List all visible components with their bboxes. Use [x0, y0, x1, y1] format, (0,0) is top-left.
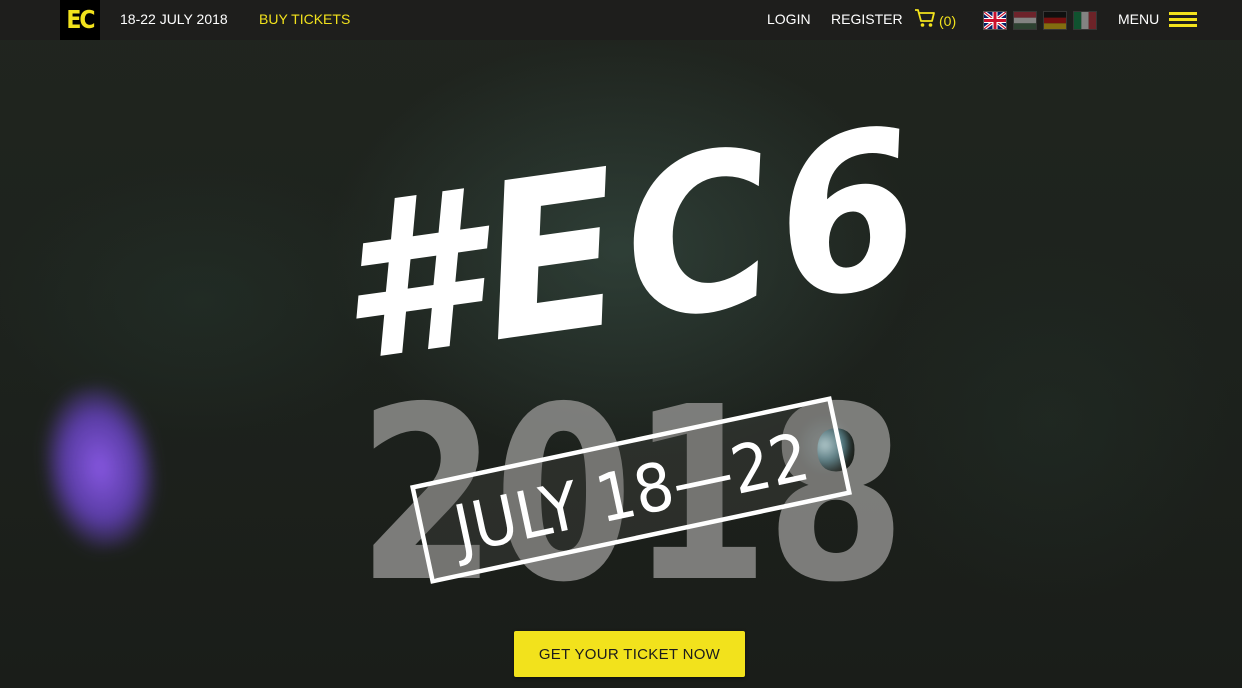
flag-en-icon[interactable]: [983, 11, 1007, 30]
get-ticket-button[interactable]: GET YOUR TICKET NOW: [514, 631, 745, 677]
flag-de-icon[interactable]: [1043, 11, 1067, 30]
cart-count: (0): [939, 13, 957, 29]
event-date: 18-22 JULY 2018: [120, 11, 228, 27]
page: EC 18-22 JULY 2018 BUY TICKETS LOGIN REG…: [0, 0, 1242, 688]
logo[interactable]: EC: [60, 0, 100, 40]
hero-graphic: 2018 #EC6 JULY 18—22: [321, 80, 940, 630]
register-link[interactable]: REGISTER: [831, 11, 903, 27]
hamburger-icon[interactable]: [1169, 12, 1197, 28]
top-nav-bar: EC 18-22 JULY 2018 BUY TICKETS LOGIN REG…: [0, 0, 1242, 40]
logo-text: EC: [66, 5, 95, 35]
flag-it-icon[interactable]: [1073, 11, 1097, 30]
flag-hu-icon[interactable]: [1013, 11, 1037, 30]
login-link[interactable]: LOGIN: [767, 11, 811, 27]
menu-label[interactable]: MENU: [1118, 11, 1159, 27]
cart-icon: [914, 8, 936, 34]
buy-tickets-link[interactable]: BUY TICKETS: [259, 11, 350, 27]
cart-button[interactable]: (0): [914, 8, 956, 34]
